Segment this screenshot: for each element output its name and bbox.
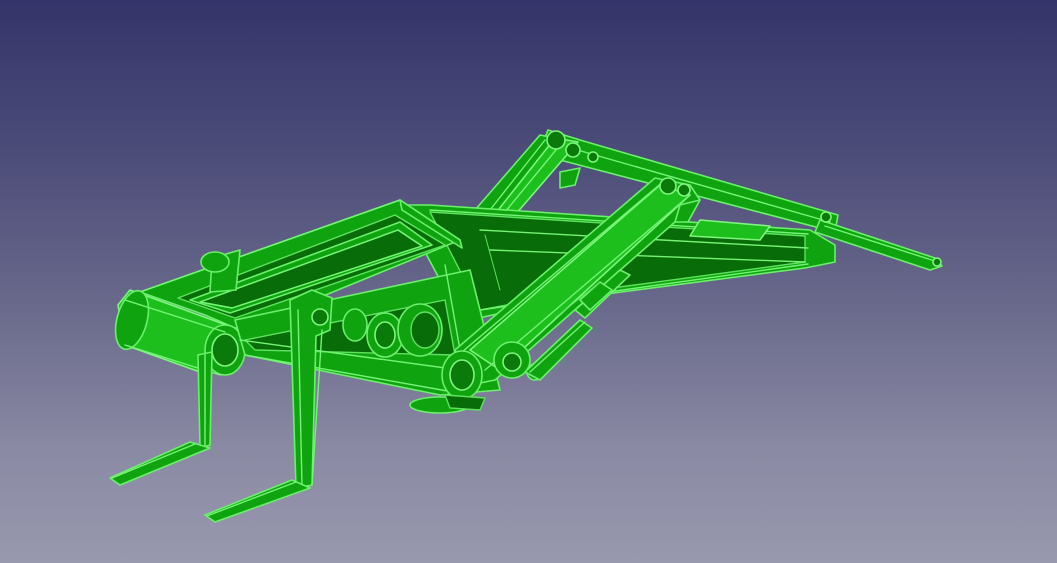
3d-viewport[interactable] — [0, 0, 1057, 563]
mechanical-model[interactable] — [0, 0, 1057, 563]
